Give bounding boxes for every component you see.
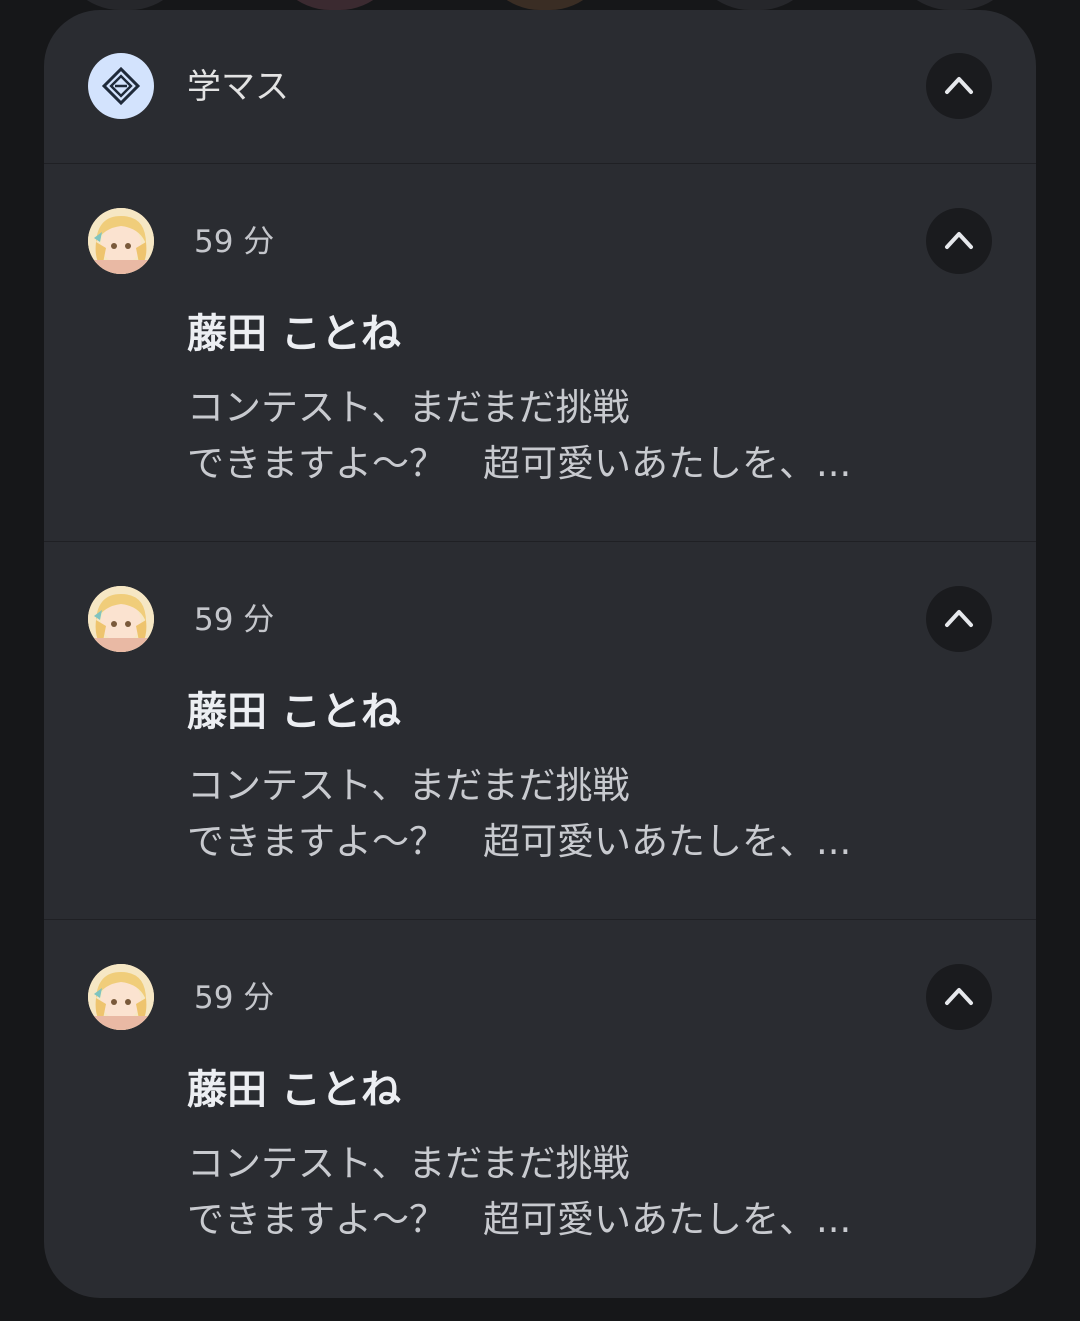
- notification-title: 藤田 ことね: [187, 1067, 401, 1113]
- collapse-notification-button[interactable]: [926, 208, 992, 274]
- notification-title: 藤田 ことね: [187, 689, 401, 735]
- chevron-up-icon: [945, 610, 973, 627]
- sender-avatar: [88, 208, 154, 274]
- background-app-icon: [480, 0, 610, 10]
- background-app-icon: [60, 0, 190, 10]
- notification-body-line: できますよ〜？ 超可愛いあたしを、...: [187, 1198, 852, 1241]
- background-app-icon: [270, 0, 400, 10]
- chevron-up-icon: [945, 988, 973, 1005]
- notification-body-line: コンテスト、まだまだ挑戦: [187, 386, 630, 429]
- notification-time: 59 分: [194, 602, 275, 638]
- notification-body-line: できますよ〜？ 超可愛いあたしを、...: [187, 442, 852, 485]
- notification-body-line: できますよ〜？ 超可愛いあたしを、...: [187, 820, 852, 863]
- notification-body-line: コンテスト、まだまだ挑戦: [187, 764, 630, 807]
- notification-body: コンテスト、まだまだ挑戦 できますよ〜？ 超可愛いあたしを、...: [187, 758, 947, 870]
- background-app-icon: [690, 0, 820, 10]
- collapse-notification-button[interactable]: [926, 964, 992, 1030]
- notification-body: コンテスト、まだまだ挑戦 できますよ〜？ 超可愛いあたしを、...: [187, 1136, 947, 1248]
- notification-body: コンテスト、まだまだ挑戦 できますよ〜？ 超可愛いあたしを、...: [187, 380, 947, 492]
- chevron-up-icon: [945, 232, 973, 249]
- notification-item[interactable]: 59 分 藤田 ことね コンテスト、まだまだ挑戦 できますよ〜？ 超可愛いあたし…: [44, 164, 1036, 542]
- notification-title: 藤田 ことね: [187, 311, 401, 357]
- notification-body-line: コンテスト、まだまだ挑戦: [187, 1142, 630, 1185]
- notification-group-header[interactable]: 学マス: [44, 10, 1036, 164]
- collapse-group-button[interactable]: [926, 53, 992, 119]
- notification-time: 59 分: [194, 224, 275, 260]
- sender-avatar: [88, 964, 154, 1030]
- chevron-up-icon: [945, 77, 973, 94]
- notification-item[interactable]: 59 分 藤田 ことね コンテスト、まだまだ挑戦 できますよ〜？ 超可愛いあたし…: [44, 920, 1036, 1297]
- sender-avatar: [88, 586, 154, 652]
- app-name: 学マス: [187, 67, 289, 107]
- background-app-icon: [890, 0, 1020, 10]
- notification-item[interactable]: 59 分 藤田 ことね コンテスト、まだまだ挑戦 できますよ〜？ 超可愛いあたし…: [44, 542, 1036, 920]
- app-icon: [88, 53, 154, 119]
- notification-group-panel[interactable]: 学マス 59 分 藤田 ことね コンテスト、まだまだ挑戦 できますよ〜？ 超可愛…: [44, 10, 1036, 1298]
- notification-time: 59 分: [194, 980, 275, 1016]
- collapse-notification-button[interactable]: [926, 586, 992, 652]
